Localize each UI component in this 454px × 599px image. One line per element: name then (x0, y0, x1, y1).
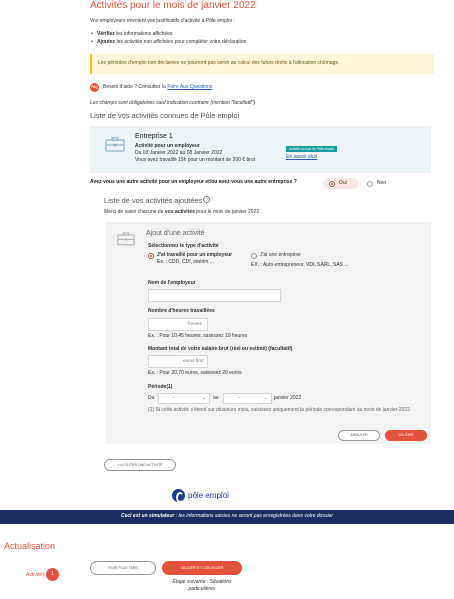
known-activity-card: Entreprise 1 Activité pour un employeur … (90, 126, 431, 173)
added-activities-title: Liste de vos activités ajoutées (104, 196, 203, 205)
hours-label: Nombre d'heures travaillées (148, 308, 215, 314)
learn-more-link[interactable]: En savoir plus (286, 154, 317, 161)
step-number-badge: 1 (46, 568, 59, 581)
radio-employer-example: Ex. : CDD, CDI, intérim ... (157, 259, 214, 265)
employer-name: Entreprise 1 (135, 133, 173, 140)
warning-text: Les périodes d'emploi non déclarées ne p… (98, 60, 340, 66)
add-activity-button[interactable]: + AJOUTER UNE ACTIVITÉ (104, 459, 176, 471)
radio-employer[interactable] (148, 253, 154, 259)
finish-later-button[interactable]: FINIR PLUS TARD (90, 561, 156, 575)
intro-text: Vos employeurs envoient vos justificatif… (90, 18, 235, 24)
activity-hours: Vous avez travaillé 15h pour un montant … (135, 157, 256, 163)
period-to-value: - (238, 395, 240, 401)
period-from-value: - (173, 395, 175, 401)
radio-oui[interactable] (329, 180, 335, 187)
bullet-verify: Vérifiez les informations affichées (91, 31, 172, 38)
period-label: Période(1) (148, 384, 173, 390)
added-activities-desc: Merci de saisir chacune de vos activités… (104, 209, 260, 215)
radio-employer-label: J'ai travaillé pour un employeur (157, 252, 233, 258)
period-note: (1) Si cette activité s'étend sur plusie… (148, 407, 410, 413)
period-from-label: Du (148, 395, 155, 401)
employer-name-input[interactable] (148, 289, 281, 302)
required-note: Les champs sont obligatoires sauf indica… (90, 100, 256, 106)
radio-oui-option[interactable]: Oui (323, 178, 359, 189)
radio-non[interactable] (367, 180, 373, 187)
briefcase-icon (117, 232, 135, 246)
known-badge: Activité connue de Pôle emploi (286, 146, 338, 152)
help-text: Besoin d'aide ? Consultez la Foire Aux Q… (103, 84, 213, 90)
pole-emploi-logo-icon (172, 489, 185, 503)
add-activity-form: Ajout d'une activité Sélectionnez le typ… (106, 222, 431, 444)
pole-emploi-logo: pôle emploi (172, 489, 252, 503)
radio-company-example: EX. : Auto-entrepreneur, VDI, SARL, SAS … (251, 262, 349, 268)
validate-button[interactable]: VALIDER (385, 430, 427, 441)
sidebar-title: Actualisation (4, 541, 56, 551)
logo-text: pôle emploi (188, 491, 229, 500)
warning-box: Les périodes d'emploi non déclarées ne p… (90, 54, 434, 74)
cancel-button[interactable]: ANNULER (338, 430, 380, 441)
radio-company-label: J'ai une entreprise (260, 252, 301, 258)
period-to-select[interactable]: - ⌄ (223, 393, 272, 404)
sidebar-item-activites[interactable]: Activités (26, 572, 45, 579)
faq-link[interactable]: Foire Aux Questions (167, 84, 212, 90)
known-activities-title: Liste de vos activités connues de Pôle e… (90, 111, 240, 120)
radio-oui-label: Oui (339, 180, 347, 186)
employer-name-label: Nom de l'employeur (148, 280, 196, 286)
activity-role: Activité pour un employeur (135, 143, 200, 149)
validate-continue-button[interactable]: VALIDER ET CONTINUER (162, 561, 242, 575)
period-to-label: au (213, 395, 219, 401)
radio-non-label: Non (377, 180, 387, 186)
salary-label: Montant total de votre salaire brut (rée… (148, 346, 293, 352)
activity-type-label: Sélectionnez le type d'activité (148, 243, 219, 249)
period-month: janvier 2022 (274, 395, 302, 401)
simulator-text: Ceci est un simulateur : les information… (120, 513, 334, 519)
other-activity-question: Avez-vous une autre activité pour un emp… (90, 179, 297, 185)
chevron-down-icon: ⌄ (263, 395, 268, 401)
salary-example: Ex. : Pour 20,70 euros, saisissez 20 eur… (148, 370, 242, 376)
briefcase-icon (105, 137, 125, 152)
bullet-add: Ajoutez les activités non affichées pour… (91, 39, 246, 46)
faq-icon: FAQ (90, 83, 99, 92)
info-icon[interactable]: ? (203, 196, 210, 203)
form-title: Ajout d'une activité (146, 230, 205, 237)
activity-dates: Du 03 Janvier 2022 au 08 Janvier 2022 (135, 150, 223, 156)
next-step-text: Étape suivante : Situations particulière… (172, 579, 232, 592)
radio-company[interactable] (251, 253, 257, 259)
hours-example: Ex. : Pour 10,45 heures, saisissez 10 he… (148, 333, 248, 339)
page-title: Activités pour le mois de janvier 2022 (90, 0, 256, 11)
chevron-down-icon: ⌄ (201, 395, 206, 401)
period-from-select[interactable]: - ⌄ (158, 393, 210, 404)
hours-unit: heures (188, 321, 203, 326)
salary-unit: euros brut (183, 358, 204, 363)
simulator-banner: Ceci est un simulateur : les information… (0, 510, 454, 524)
